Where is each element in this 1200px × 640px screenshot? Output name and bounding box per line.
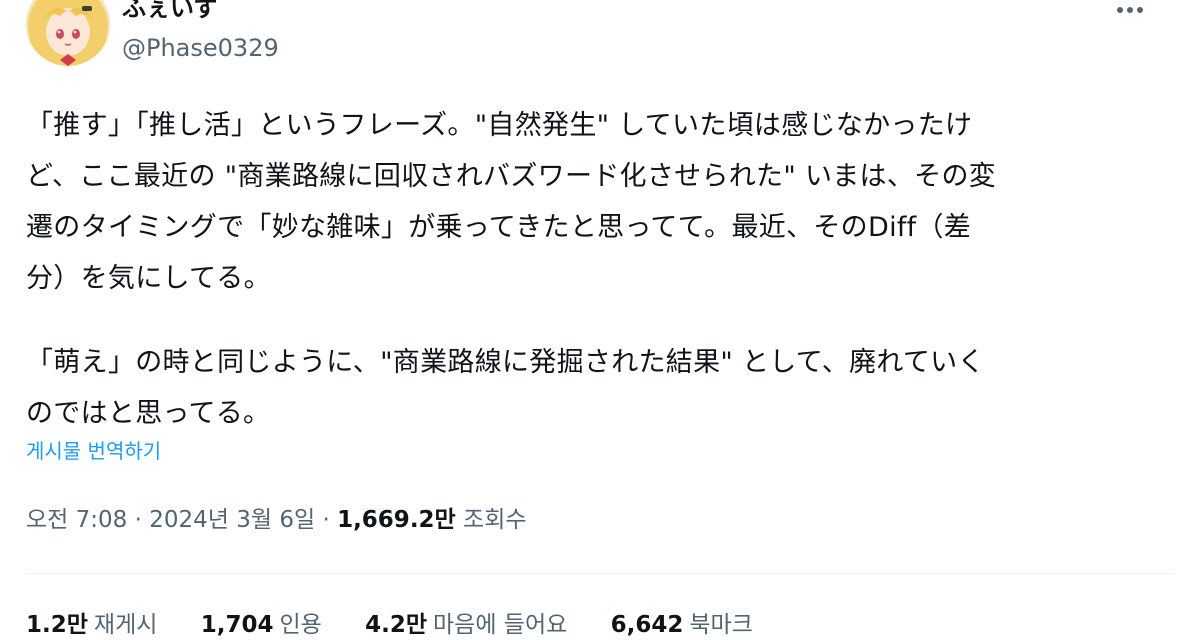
stat-label: 북마크 <box>689 612 753 638</box>
engagement-stats: 1.2만 재게시 1,704 인용 4.2만 마음에 들어요 6,642 북마크 <box>26 610 789 640</box>
stat-label: 인용 <box>279 612 322 638</box>
stat-label: 재게시 <box>93 612 158 638</box>
translate-post-link[interactable]: 게시물 번역하기 <box>26 437 161 465</box>
post-date[interactable]: 2024년 3월 6일 <box>149 507 315 533</box>
stat-label: 마음에 들어요 <box>433 612 568 638</box>
stat-count: 6,642 <box>610 612 684 638</box>
views-count: 1,669.2만 <box>337 507 456 533</box>
tweet-line: 「萌え」の時と同じように、"商業路線に発掘された結果" として、廃れていく <box>26 347 985 378</box>
more-horizontal-icon <box>1117 7 1143 13</box>
tweet-line: 分）を気にしてる。 <box>26 263 271 294</box>
tweet-line: 遷のタイミングで「妙な雑味」が乗ってきたと思ってて。最近、そのDiff（差 <box>26 212 972 243</box>
post-time[interactable]: 오전 7:08 <box>26 507 127 533</box>
stat-bookmarks[interactable]: 6,642 북마크 <box>611 610 753 640</box>
avatar[interactable] <box>26 0 110 66</box>
tweet-text: 「推す」「推し活」というフレーズ。"自然発生" していた頃は感じなかったけ ど、… <box>26 100 1176 439</box>
tweet-meta: 오전 7:08 · 2024년 3월 6일 · 1,669.2만 조회수 <box>26 504 527 536</box>
tweet-line: ど、ここ最近の "商業路線に回収されバズワード化させられた" いまは、その変 <box>26 161 997 192</box>
tweet-line: のではと思ってる。 <box>26 398 271 429</box>
stat-count: 1.2만 <box>26 612 88 638</box>
meta-separator: · <box>134 507 142 533</box>
more-options-button[interactable] <box>1110 0 1150 26</box>
stat-quotes[interactable]: 1,704 인용 <box>201 610 322 640</box>
stat-count: 1,704 <box>200 612 274 638</box>
stat-likes[interactable]: 4.2만 마음에 들어요 <box>365 610 567 640</box>
views-label: 조회수 <box>463 507 527 533</box>
stat-count: 4.2만 <box>365 612 428 638</box>
stat-reposts[interactable]: 1.2만 재게시 <box>26 610 157 640</box>
tweet-line: 「推す」「推し活」というフレーズ。"自然発生" していた頃は感じなかったけ <box>26 110 973 141</box>
meta-separator: · <box>322 507 330 533</box>
author-handle[interactable]: @Phase0329 <box>122 33 279 63</box>
divider <box>26 573 1174 574</box>
anime-avatar-image <box>26 0 110 66</box>
author-display-name[interactable]: ふぇいず <box>122 0 218 23</box>
